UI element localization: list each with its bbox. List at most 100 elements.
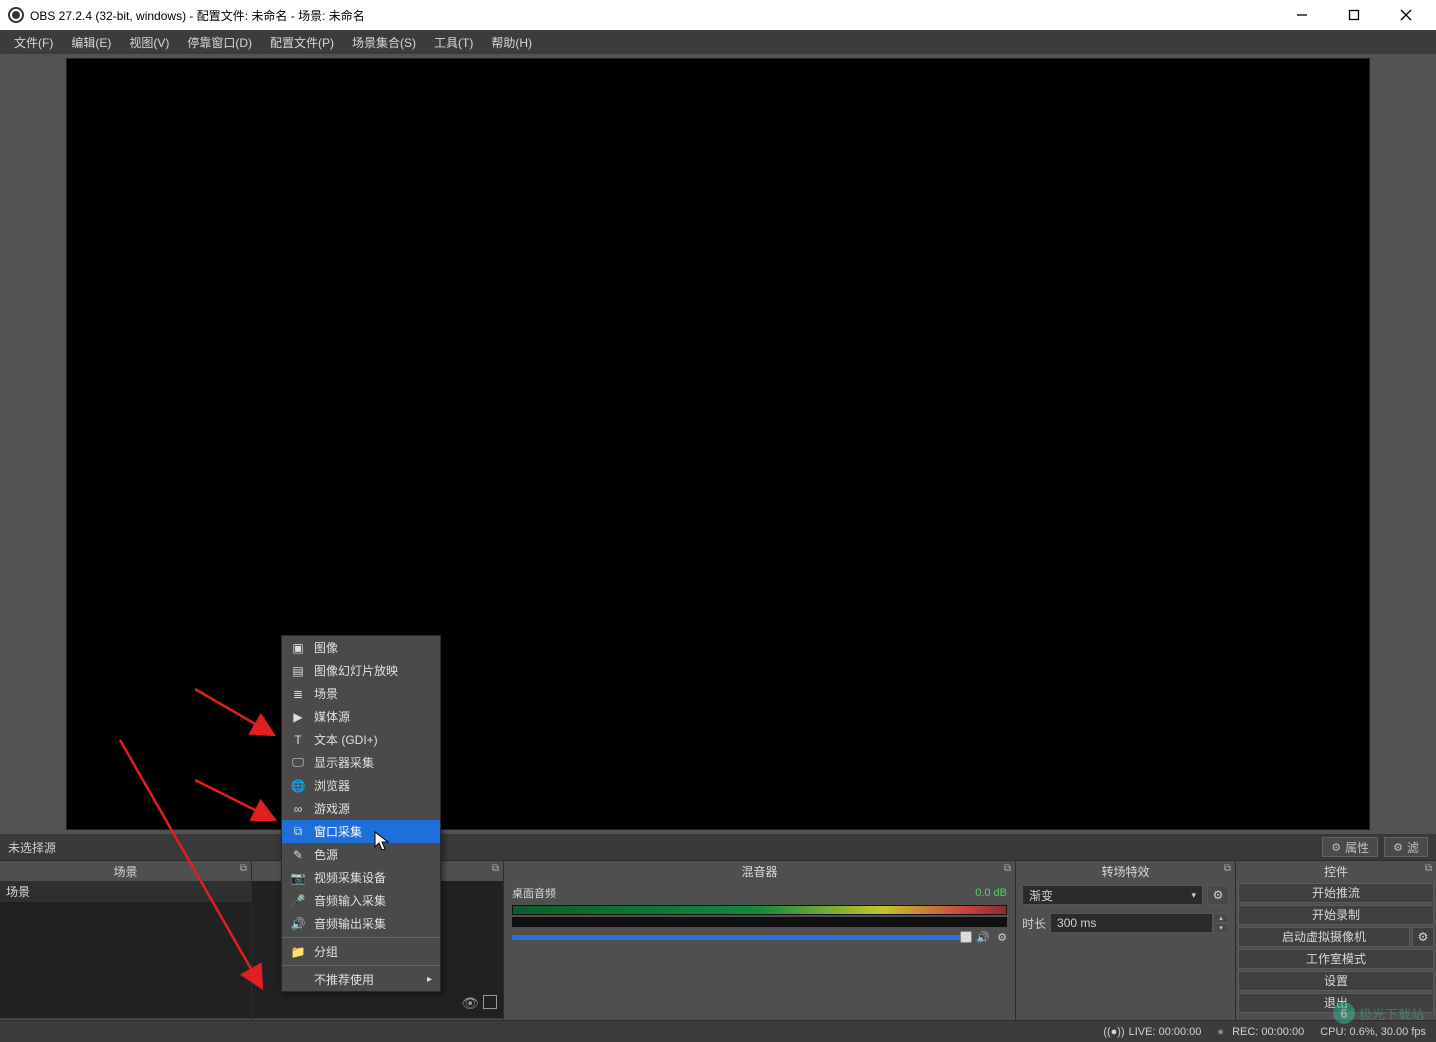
menu-item-group[interactable]: 📁分组: [282, 940, 440, 963]
scenes-title: 场景: [113, 863, 137, 880]
add-source-menu: ▣图像▤图像幻灯片放映≣场景▶媒体源T文本 (GDI+)🖵显示器采集🌐浏览器∞游…: [281, 635, 441, 992]
image-icon: ▣: [290, 640, 306, 656]
menu-item-slideshow[interactable]: ▤图像幻灯片放映: [282, 659, 440, 682]
menu-item-scene[interactable]: ≣场景: [282, 682, 440, 705]
maximize-button[interactable]: [1340, 5, 1368, 25]
start-record-button[interactable]: 开始录制: [1238, 905, 1434, 925]
monitor-icon: 🖵: [290, 755, 306, 771]
close-button[interactable]: [1392, 5, 1420, 25]
controls-dock: 控件 ⧉ 开始推流 开始录制 启动虚拟摄像机⚙ 工作室模式 设置 退出: [1236, 861, 1436, 1042]
popout-icon[interactable]: ⧉: [1004, 863, 1011, 874]
volume-slider[interactable]: [512, 935, 966, 940]
filters-button[interactable]: 滤: [1384, 837, 1428, 857]
popout-icon[interactable]: ⧉: [492, 863, 499, 874]
game-icon: ∞: [290, 801, 306, 817]
speaker-icon: 🔊: [290, 916, 306, 932]
menu-item-game[interactable]: ∞游戏源: [282, 797, 440, 820]
mixer-channel: 桌面音频 0.0 dB 🔊 ⚙: [504, 881, 1015, 948]
folder-icon: 📁: [290, 944, 306, 960]
titlebar: OBS 27.2.4 (32-bit, windows) - 配置文件: 未命名…: [0, 0, 1436, 30]
menu-tools[interactable]: 工具(T): [426, 31, 481, 54]
transitions-title: 转场特效: [1101, 863, 1149, 880]
virtualcam-settings-button[interactable]: ⚙: [1412, 927, 1434, 947]
menu-profile[interactable]: 配置文件(P): [262, 31, 342, 54]
audio-meter: [512, 905, 1007, 915]
menu-item-mic[interactable]: 🎤音频输入采集: [282, 889, 440, 912]
settings-button[interactable]: 设置: [1238, 971, 1434, 991]
properties-button[interactable]: 属性: [1322, 837, 1378, 857]
menubar: 文件(F) 编辑(E) 视图(V) 停靠窗口(D) 配置文件(P) 场景集合(S…: [0, 30, 1436, 54]
duration-label: 时长: [1022, 915, 1046, 932]
controls-title: 控件: [1324, 863, 1348, 880]
status-live: LIVE: 00:00:00: [1129, 1026, 1202, 1038]
mixer-db-value: 0.0 dB: [975, 887, 1007, 899]
no-source-label: 未选择源: [8, 839, 56, 856]
menu-item-brush[interactable]: ✎色源: [282, 843, 440, 866]
menu-item-camera[interactable]: 📷视频采集设备: [282, 866, 440, 889]
menu-item-globe[interactable]: 🌐浏览器: [282, 774, 440, 797]
menu-item-deprecated[interactable]: 不推荐使用: [282, 968, 440, 991]
play-icon: ▶: [290, 709, 306, 725]
menu-dock[interactable]: 停靠窗口(D): [179, 31, 260, 54]
menu-edit[interactable]: 编辑(E): [63, 31, 119, 54]
broadcast-icon: ((●)): [1103, 1026, 1124, 1038]
rec-dot-icon: [1217, 1026, 1228, 1038]
menu-item-window[interactable]: ⧉窗口采集: [282, 820, 440, 843]
globe-icon: 🌐: [290, 778, 306, 794]
menu-file[interactable]: 文件(F): [6, 31, 61, 54]
menu-item-text[interactable]: T文本 (GDI+): [282, 728, 440, 751]
gear-icon: [1393, 840, 1403, 854]
window-title: OBS 27.2.4 (32-bit, windows) - 配置文件: 未命名…: [30, 7, 365, 24]
studio-mode-button[interactable]: 工作室模式: [1238, 949, 1434, 969]
menu-item-speaker[interactable]: 🔊音频输出采集: [282, 912, 440, 935]
transitions-dock: 转场特效 ⧉ 渐变 ▾ ⚙ 时长 300 ms ▴ ▾: [1016, 861, 1236, 1042]
separator: [282, 937, 440, 938]
spin-up-button[interactable]: ▴: [1213, 913, 1229, 923]
mixer-settings-button[interactable]: ⚙: [997, 932, 1007, 944]
menu-view[interactable]: 视图(V): [121, 31, 177, 54]
status-cpu: CPU: 0.6%, 30.00 fps: [1320, 1026, 1426, 1038]
start-virtualcam-button[interactable]: 启动虚拟摄像机: [1238, 927, 1410, 947]
exit-button[interactable]: 退出: [1238, 993, 1434, 1013]
docks: 场景⧉ 场景 + − ∧ ∨ ⧉ 👁 + − ✿: [0, 860, 1436, 1042]
lock-icon[interactable]: [483, 995, 497, 1009]
duration-input[interactable]: 300 ms: [1050, 913, 1213, 933]
mixer-title: 混音器: [741, 863, 777, 880]
slideshow-icon: ▤: [290, 663, 306, 679]
preview-canvas[interactable]: [66, 58, 1370, 830]
window-icon: ⧉: [290, 824, 306, 840]
preview-area: [0, 54, 1436, 834]
popout-icon[interactable]: ⧉: [1425, 863, 1432, 874]
eye-icon[interactable]: 👁: [461, 995, 479, 1012]
mixer-channel-name: 桌面音频: [512, 885, 556, 901]
brush-icon: ✎: [290, 847, 306, 863]
separator: [282, 965, 440, 966]
mic-icon: 🎤: [290, 893, 306, 909]
scene-icon: ≣: [290, 686, 306, 702]
gear-icon: [1331, 840, 1341, 854]
transition-type-select[interactable]: 渐变 ▾: [1022, 885, 1203, 905]
menu-item-monitor[interactable]: 🖵显示器采集: [282, 751, 440, 774]
mute-button[interactable]: 🔊: [976, 932, 990, 944]
camera-icon: 📷: [290, 870, 306, 886]
mixer-dock: 混音器 ⧉ 桌面音频 0.0 dB 🔊 ⚙: [504, 861, 1016, 1042]
source-toolbar: 未选择源 属性 滤: [0, 834, 1436, 860]
app-icon: [8, 7, 24, 23]
scene-item[interactable]: 场景: [0, 881, 251, 902]
chevron-down-icon: ▾: [1191, 890, 1196, 901]
popout-icon[interactable]: ⧉: [1224, 863, 1231, 874]
popout-icon[interactable]: ⧉: [240, 863, 247, 874]
menu-help[interactable]: 帮助(H): [483, 31, 540, 54]
status-rec: REC: 00:00:00: [1232, 1026, 1304, 1038]
menu-scene-collection[interactable]: 场景集合(S): [344, 31, 424, 54]
menu-item-image[interactable]: ▣图像: [282, 636, 440, 659]
transition-settings-button[interactable]: ⚙: [1207, 885, 1229, 905]
start-stream-button[interactable]: 开始推流: [1238, 883, 1434, 903]
menu-item-play[interactable]: ▶媒体源: [282, 705, 440, 728]
status-bar: ((●)) LIVE: 00:00:00 REC: 00:00:00 CPU: 0…: [0, 1020, 1436, 1042]
minimize-button[interactable]: [1288, 5, 1316, 25]
scenes-dock: 场景⧉ 场景 + − ∧ ∨: [0, 861, 252, 1042]
text-icon: T: [290, 732, 306, 748]
spin-down-button[interactable]: ▾: [1213, 923, 1229, 933]
audio-scale: [512, 917, 1007, 927]
